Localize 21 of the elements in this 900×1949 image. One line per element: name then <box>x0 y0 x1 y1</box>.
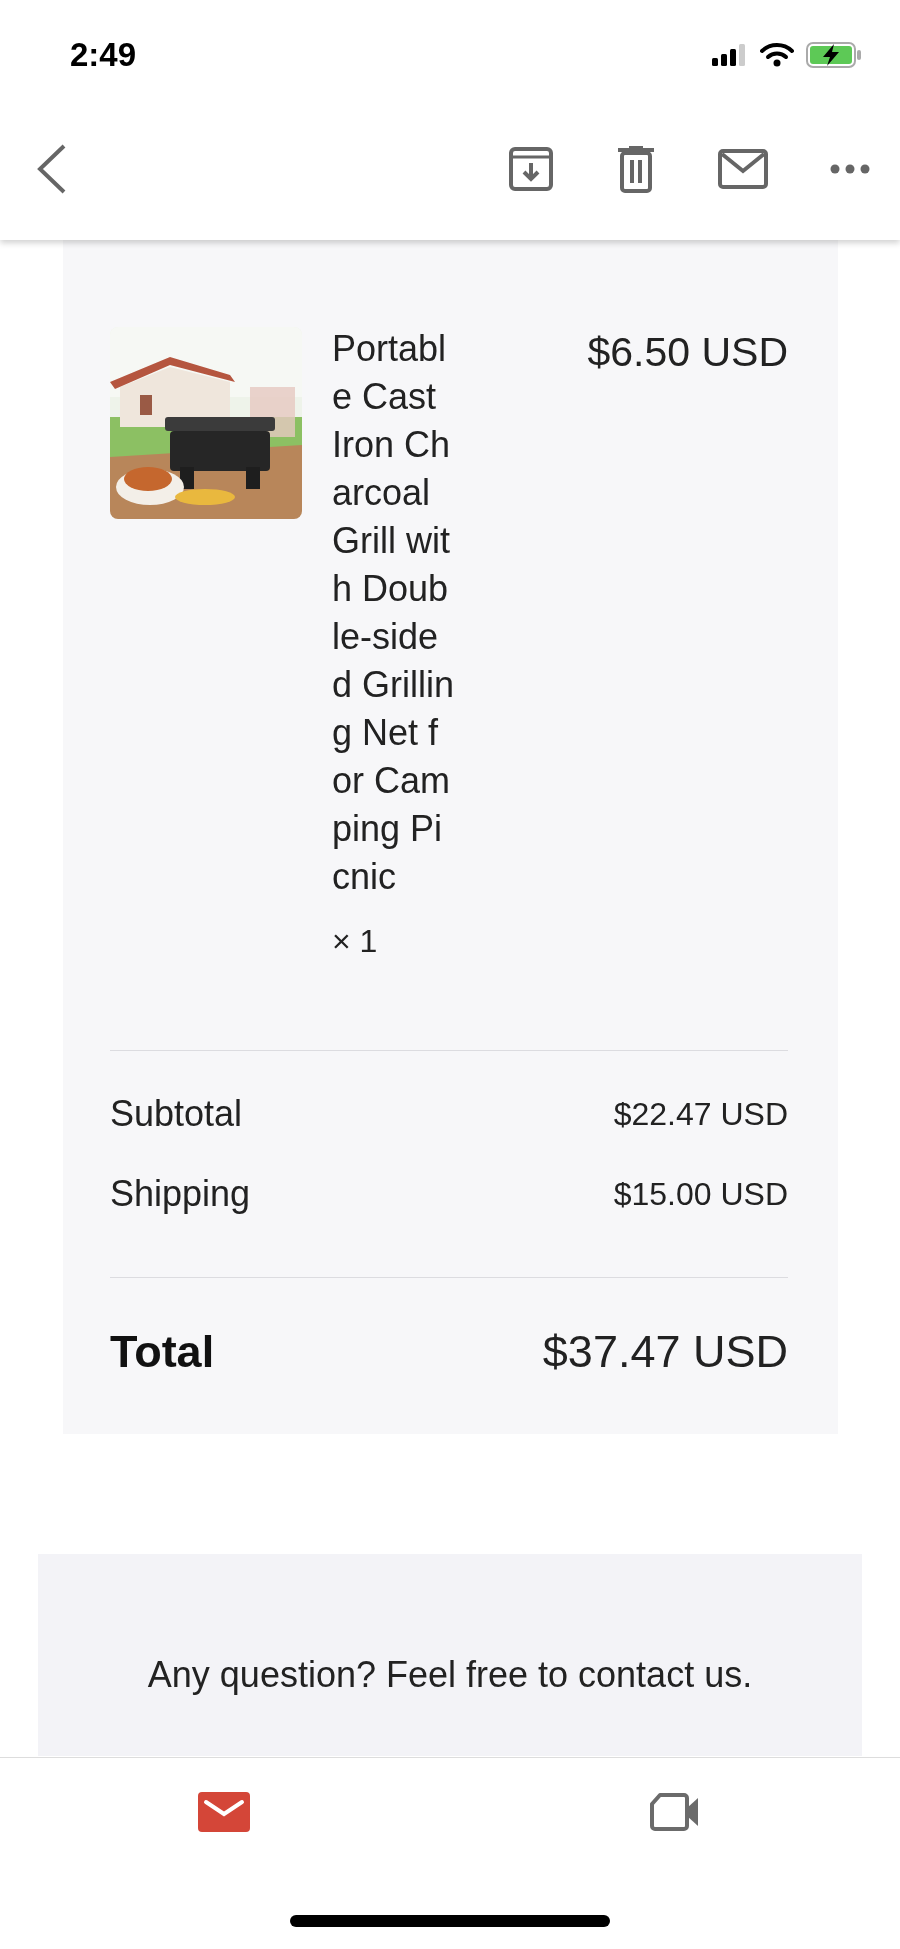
battery-charging-icon <box>806 42 862 68</box>
product-quantity: × 1 <box>332 923 379 960</box>
product-name: Portable Cast Iron Charcoal Grill with Double-sided Grilling Net for Camping Picnic <box>332 327 456 899</box>
delete-button[interactable] <box>616 145 656 193</box>
video-camera-icon <box>650 1792 700 1832</box>
mark-unread-button[interactable] <box>718 149 768 189</box>
mail-tab[interactable] <box>198 1792 250 1835</box>
archive-button[interactable] <box>508 146 554 192</box>
summary-value: $22.47 USD <box>613 1095 788 1133</box>
contact-text: Any question? Feel free to contact us. <box>147 1654 753 1695</box>
more-button[interactable] <box>830 163 870 175</box>
summary-label: Subtotal <box>110 1093 243 1135</box>
signal-icon <box>712 44 748 66</box>
wifi-icon <box>760 43 794 67</box>
total-value: $37.47 USD <box>542 1326 788 1378</box>
mail-icon <box>198 1792 250 1832</box>
summary-value: $15.00 USD <box>613 1175 788 1213</box>
total-label: Total <box>110 1326 215 1378</box>
summary-label: Shipping <box>110 1173 251 1215</box>
status-time: 2:49 <box>70 36 137 74</box>
product-price: $6.50 USD <box>587 329 788 376</box>
